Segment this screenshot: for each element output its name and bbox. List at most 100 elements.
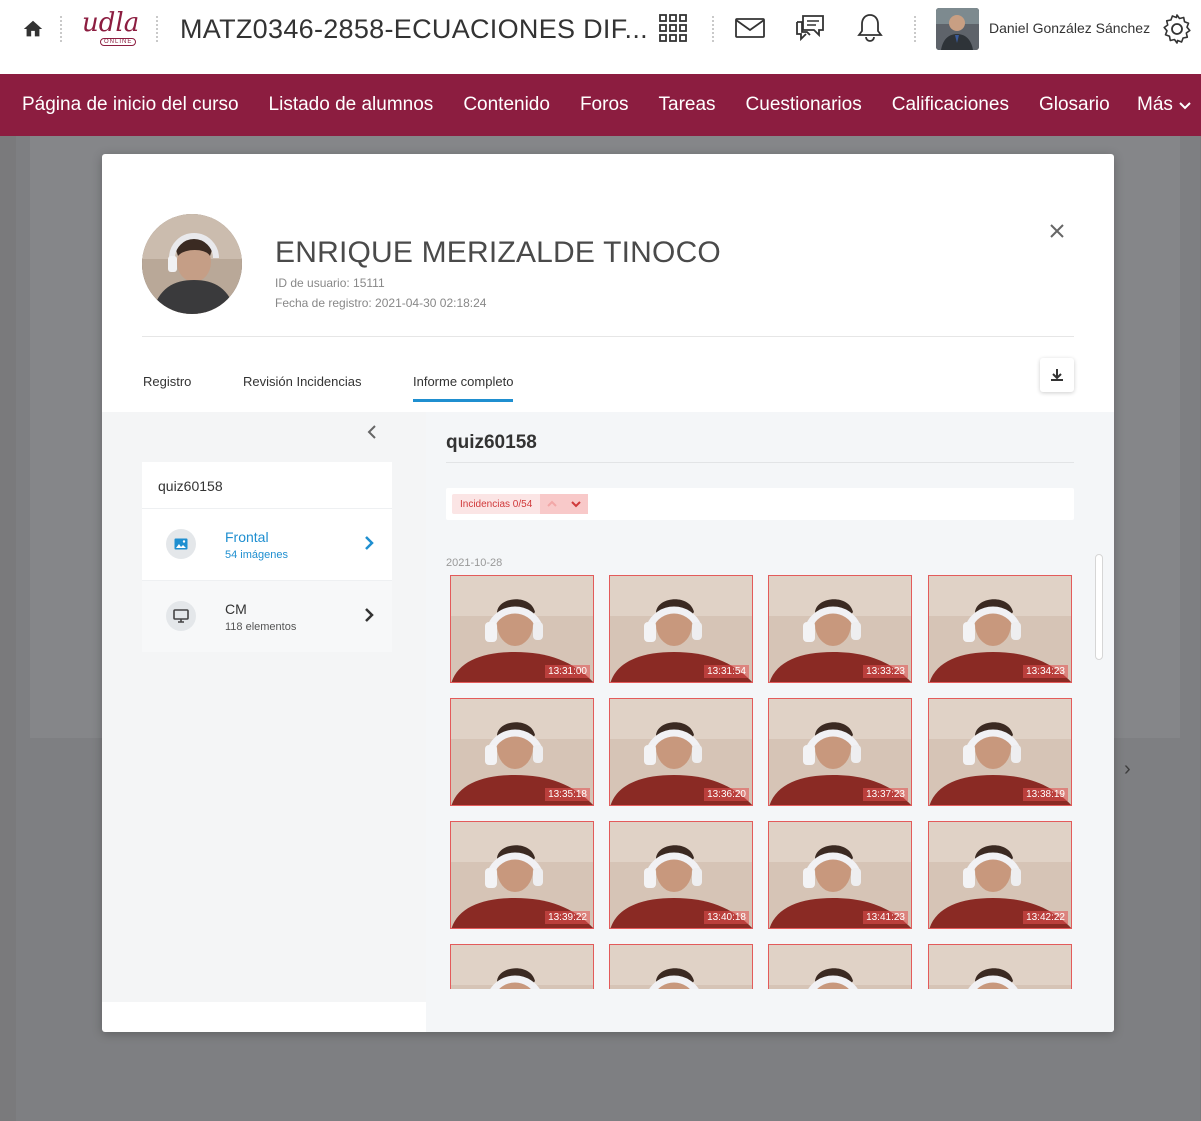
thumbnail-timestamp: 13:40:18: [704, 911, 749, 924]
thumbnail[interactable]: 13:35:18: [450, 698, 594, 806]
scrollbar[interactable]: [1095, 554, 1103, 660]
course-title[interactable]: MATZ0346-2858-ECUACIONES DIF...: [180, 14, 648, 45]
nav-item-content[interactable]: Contenido: [463, 94, 550, 116]
source-count: 118 elementos: [225, 621, 297, 633]
source-frontal[interactable]: Frontal 54 imágenes: [142, 508, 392, 580]
top-bar: udla ONLINE MATZ0346-2858-ECUACIONES DIF…: [0, 0, 1201, 74]
webcam-frame: [451, 945, 593, 989]
nav-item-home[interactable]: Página de inicio del curso: [22, 94, 239, 116]
thumbnail-timestamp: 13:37:23: [863, 788, 908, 801]
source-count: 54 imágenes: [225, 549, 288, 561]
thumbnail[interactable]: [450, 944, 594, 989]
separator: [914, 16, 916, 42]
thumbnail-timestamp: 13:33:23: [863, 665, 908, 678]
tab-revision-incidencias[interactable]: Revisión Incidencias: [243, 374, 362, 389]
user-avatar[interactable]: [936, 8, 979, 50]
nav-item-glossary[interactable]: Glosario: [1039, 94, 1110, 116]
download-button[interactable]: [1040, 358, 1074, 392]
thumbnail[interactable]: 13:42:22: [928, 821, 1072, 929]
download-icon: [1051, 369, 1063, 381]
quiz-source-card: quiz60158 Frontal 54 imágenes CM 118 ele…: [142, 462, 392, 652]
thumbnail-timestamp: 13:41:23: [863, 911, 908, 924]
thumbnail-timestamp: 13:35:18: [545, 788, 590, 801]
nav-item-students[interactable]: Listado de alumnos: [269, 94, 434, 116]
logo-text: udla: [82, 8, 140, 38]
nav-item-assignments[interactable]: Tareas: [659, 94, 716, 116]
student-photo: [142, 214, 242, 314]
student-name: ENRIQUE MERIZALDE TINOCO: [275, 236, 721, 269]
nav-more-menu[interactable]: Más: [1137, 94, 1191, 116]
chevron-right-icon: ›: [1124, 758, 1131, 780]
thumbnail-timestamp: 13:36:20: [704, 788, 749, 801]
report-content: quiz60158 Incidencias 0/54 2021-10-28 13…: [426, 412, 1114, 1032]
thumbnail-timestamp: 13:42:22: [1023, 911, 1068, 924]
source-cm[interactable]: CM 118 elementos: [142, 580, 392, 652]
tab-informe-completo[interactable]: Informe completo: [413, 374, 514, 402]
tab-registro[interactable]: Registro: [143, 374, 191, 389]
image-icon: [166, 529, 196, 559]
header-divider: [142, 336, 1074, 337]
logo-subtext: ONLINE: [100, 38, 137, 46]
nav-item-quizzes[interactable]: Cuestionarios: [746, 94, 862, 116]
thumbnail[interactable]: 13:37:23: [768, 698, 912, 806]
thumbnail-timestamp: 13:39:22: [545, 911, 590, 924]
thumbnail[interactable]: [768, 944, 912, 989]
thumbnail[interactable]: 13:31:54: [609, 575, 753, 683]
chevron-down-icon: [1179, 102, 1191, 110]
separator: [156, 16, 158, 42]
gear-icon[interactable]: [1161, 13, 1193, 45]
nav-more-label: Más: [1137, 94, 1173, 115]
thumbnail[interactable]: 13:39:22: [450, 821, 594, 929]
thumbnail-grid: 13:31:00 13:31:54 13:33:23 13:34:23 13:35:18…: [450, 575, 1080, 989]
course-navbar: Página de inicio del curso Listado de al…: [0, 74, 1201, 136]
student-user-id: ID de usuario: 15111: [275, 276, 385, 290]
thumbnail[interactable]: 13:34:23: [928, 575, 1072, 683]
incidencias-count: Incidencias 0/54: [460, 498, 533, 510]
close-icon[interactable]: [1045, 220, 1069, 244]
thumbnail[interactable]: 13:40:18: [609, 821, 753, 929]
thumbnail[interactable]: 13:41:23: [768, 821, 912, 929]
thumbnail[interactable]: [928, 944, 1072, 989]
incidencias-badge: Incidencias 0/54: [452, 494, 589, 514]
thumbnail-timestamp: 13:31:54: [704, 665, 749, 678]
incidencias-nav: [540, 494, 589, 514]
webcam-frame: [769, 945, 911, 989]
mail-icon[interactable]: [734, 12, 766, 44]
quiz-title: quiz60158: [446, 432, 537, 453]
source-sidebar: quiz60158 Frontal 54 imágenes CM 118 ele…: [102, 412, 426, 1002]
capture-date: 2021-10-28: [446, 557, 503, 569]
user-name[interactable]: Daniel González Sánchez: [989, 20, 1150, 36]
webcam-frame: [929, 945, 1071, 989]
separator: [712, 16, 714, 42]
bell-icon[interactable]: [854, 12, 886, 44]
chevron-left-icon[interactable]: [364, 424, 380, 440]
thumbnail[interactable]: 13:36:20: [609, 698, 753, 806]
separator: [60, 16, 62, 42]
nav-item-grades[interactable]: Calificaciones: [892, 94, 1009, 116]
chevron-right-icon: [365, 536, 374, 550]
thumbnail-timestamp: 13:31:00: [545, 665, 590, 678]
thumbnail-timestamp: 13:34:23: [1023, 665, 1068, 678]
apps-grid-icon[interactable]: [657, 12, 689, 44]
thumbnail[interactable]: [609, 944, 753, 989]
chat-icon[interactable]: [794, 12, 826, 44]
chevron-down-icon[interactable]: [564, 494, 588, 514]
source-name: Frontal: [225, 529, 269, 545]
quiz-name: quiz60158: [158, 478, 223, 494]
incidencias-bar: Incidencias 0/54: [446, 488, 1074, 520]
udla-logo[interactable]: udla ONLINE: [82, 8, 140, 50]
thumbnail[interactable]: 13:31:00: [450, 575, 594, 683]
source-name: CM: [225, 601, 247, 617]
thumbnail-timestamp: 13:38:19: [1023, 788, 1068, 801]
webcam-frame: [610, 945, 752, 989]
nav-item-forums[interactable]: Foros: [580, 94, 629, 116]
chevron-right-icon: [365, 608, 374, 622]
chevron-up-icon[interactable]: [540, 494, 564, 514]
thumbnail[interactable]: 13:38:19: [928, 698, 1072, 806]
quiz-divider: [446, 462, 1074, 463]
thumbnail[interactable]: 13:33:23: [768, 575, 912, 683]
monitor-icon: [166, 601, 196, 631]
student-registration-date: Fecha de registro: 2021-04-30 02:18:24: [275, 296, 487, 310]
home-icon[interactable]: [22, 18, 44, 40]
student-report-modal: ENRIQUE MERIZALDE TINOCO ID de usuario: …: [102, 154, 1114, 1032]
